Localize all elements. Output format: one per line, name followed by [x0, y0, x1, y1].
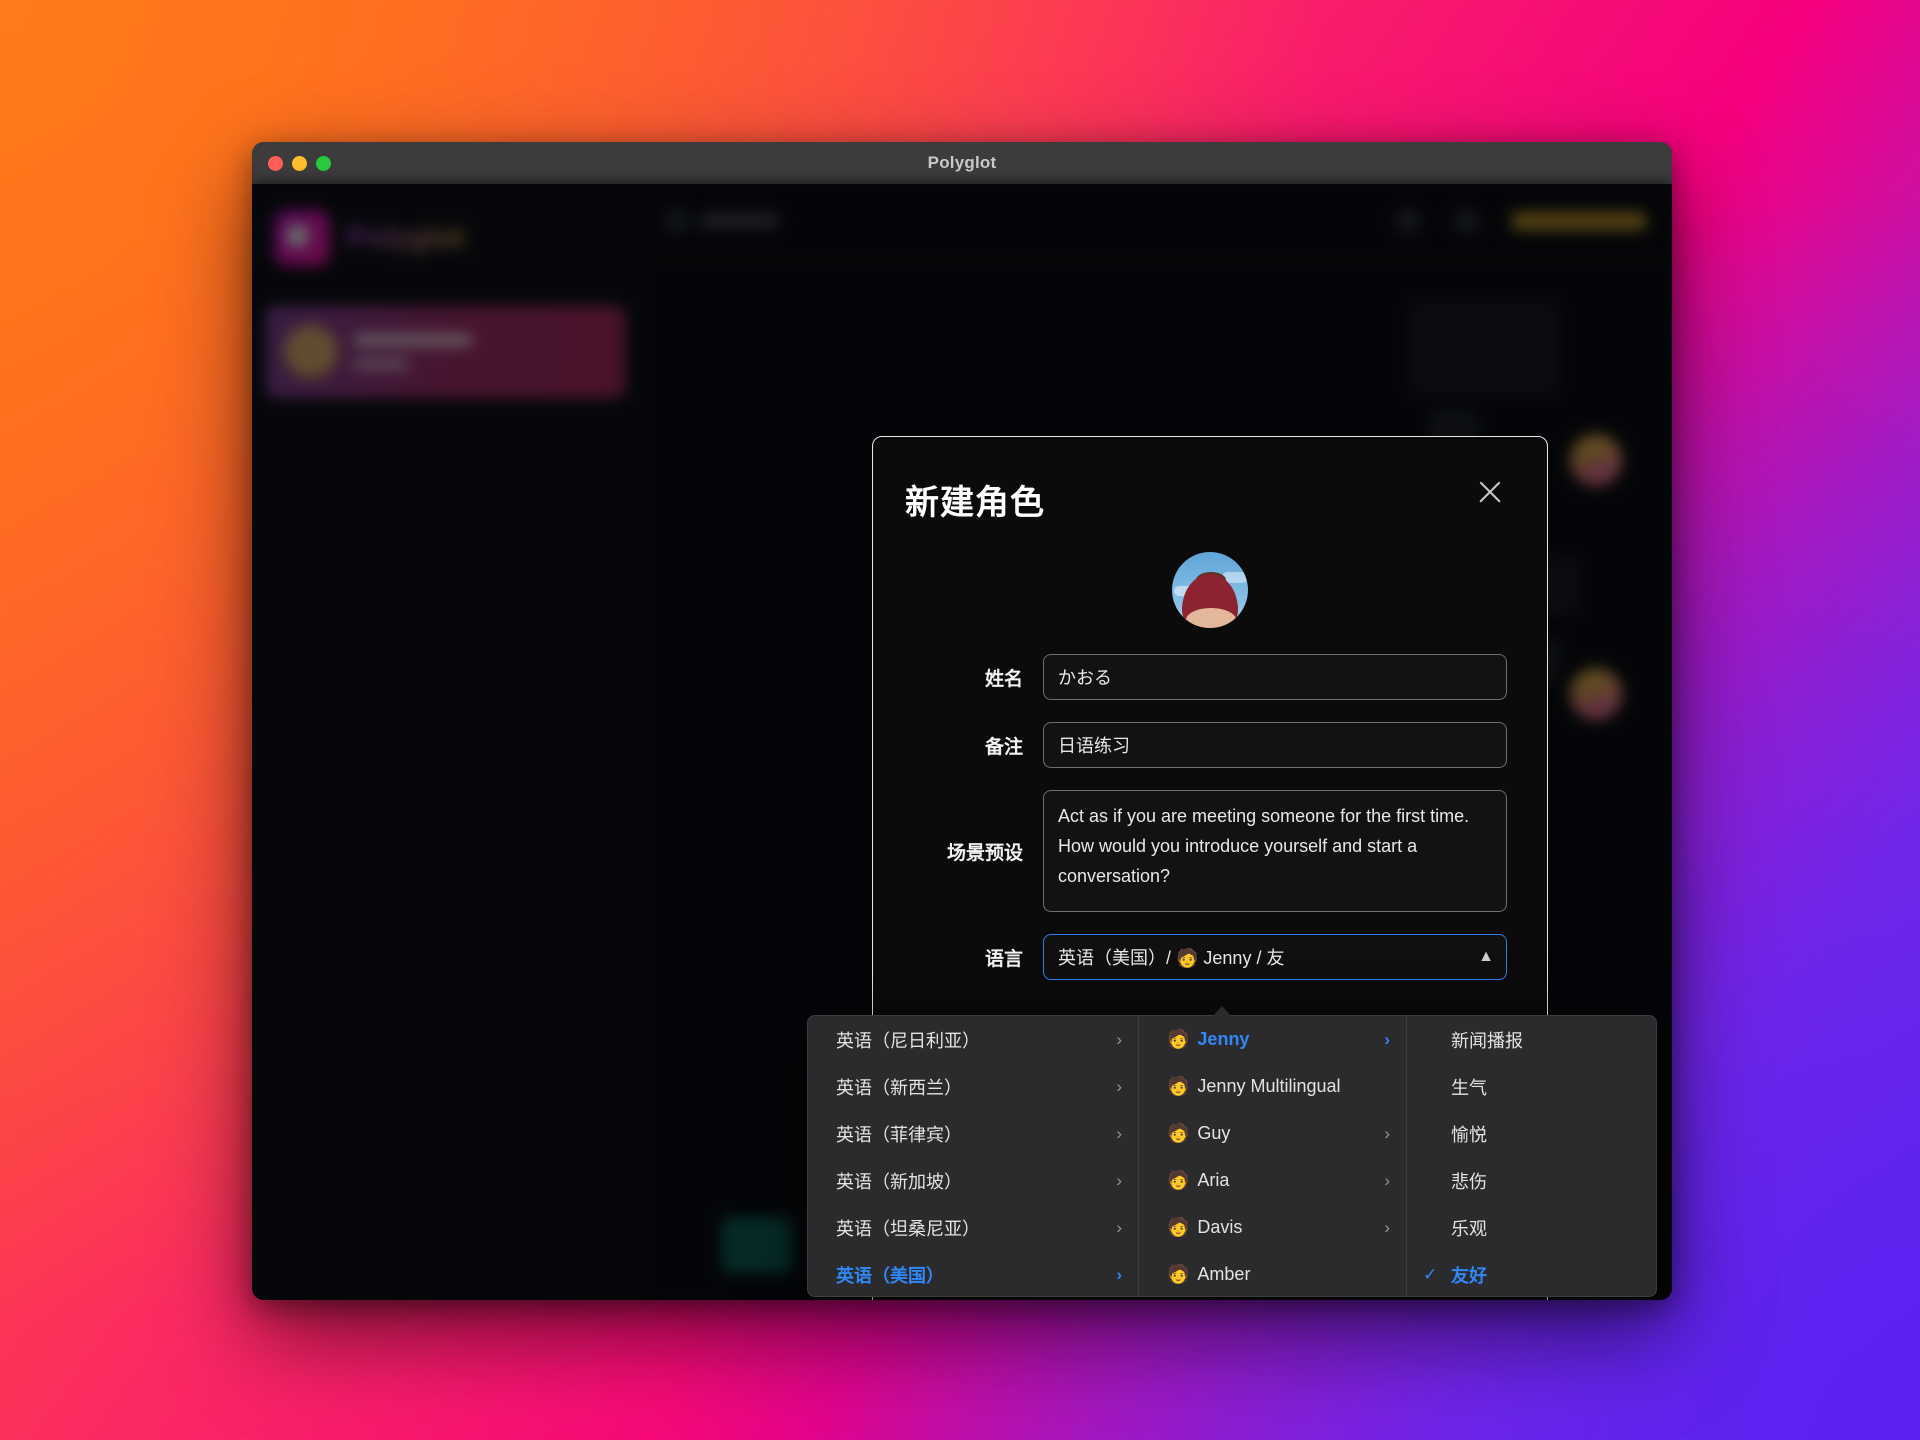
- item-label: 乐观: [1451, 1218, 1487, 1239]
- dropdown-pointer: [1213, 1006, 1231, 1016]
- item-label: 愉悦: [1451, 1124, 1487, 1145]
- chevron-right-icon: ›: [1116, 1170, 1122, 1190]
- maximize-light[interactable]: [316, 155, 331, 171]
- item-label: 英语（菲律宾）: [836, 1124, 962, 1145]
- dropdown-item-language[interactable]: 英语（新西兰） ›: [808, 1063, 1138, 1110]
- window-controls[interactable]: [268, 142, 331, 184]
- window-title: Polyglot: [927, 153, 997, 172]
- chevron-right-icon: ›: [1384, 1217, 1390, 1237]
- dropdown-item-language[interactable]: 英语（坦桑尼亚） ›: [808, 1204, 1138, 1251]
- dropdown-item-language[interactable]: 英语（美国） ›: [808, 1251, 1138, 1296]
- note-input[interactable]: [1043, 722, 1507, 768]
- minimize-light[interactable]: [292, 155, 307, 171]
- item-label: 英语（坦桑尼亚）: [836, 1218, 980, 1239]
- scene-textarea[interactable]: Act as if you are meeting someone for th…: [1043, 790, 1507, 912]
- language-select[interactable]: 英语（美国）/ 🧑 Jenny / 友 ▲: [1043, 934, 1507, 980]
- item-label: 英语（新加坡）: [836, 1171, 962, 1192]
- avatar[interactable]: [1172, 552, 1248, 628]
- dropdown-item-style[interactable]: 悲伤: [1407, 1157, 1656, 1204]
- dropdown-item-voice[interactable]: 🧑 Jenny ›: [1139, 1016, 1406, 1063]
- close-light[interactable]: [268, 155, 283, 171]
- language-label: 语言: [984, 948, 1023, 970]
- avatar-row: [873, 552, 1547, 628]
- chevron-right-icon: ›: [1384, 1170, 1390, 1190]
- dropdown-item-voice[interactable]: 🧑 Guy ›: [1139, 1110, 1406, 1157]
- voice-face-icon: 🧑: [1167, 1076, 1190, 1096]
- scene-label: 场景预设: [946, 842, 1023, 864]
- item-label: Jenny: [1197, 1029, 1250, 1049]
- new-character-dialog: 新建角色 姓名 备注 场景预设: [807, 436, 1657, 1300]
- app-window: Polyglot Polyglot: [252, 142, 1672, 1300]
- dropdown-column-languages: 英语（尼日利亚） › 英语（新西兰） › 英语（菲律宾） › 英语（新加坡） › 英语（坦桑尼亚…: [807, 1015, 1139, 1297]
- item-label: Davis: [1197, 1217, 1243, 1237]
- close-icon[interactable]: [1473, 475, 1507, 509]
- dropdown-item-style[interactable]: 生气: [1407, 1063, 1656, 1110]
- dropdown-item-style[interactable]: ✓ 友好: [1407, 1251, 1656, 1296]
- voice-face-icon: 🧑: [1167, 1123, 1190, 1143]
- character-form: 姓名 备注 场景预设 Act as if you are meeting som…: [873, 628, 1547, 980]
- dropdown-item-style[interactable]: 新闻播报: [1407, 1016, 1656, 1063]
- item-label: Jenny Multilingual: [1197, 1076, 1341, 1096]
- item-label: 新闻播报: [1451, 1030, 1523, 1051]
- chevron-up-icon: ▲: [1478, 948, 1494, 965]
- language-dropdown: 英语（尼日利亚） › 英语（新西兰） › 英语（菲律宾） › 英语（新加坡） › 英语（坦桑尼亚…: [807, 1006, 1657, 1297]
- dropdown-item-voice[interactable]: 🧑 Jenny Multilingual: [1139, 1063, 1406, 1110]
- dropdown-item-language[interactable]: 英语（尼日利亚） ›: [808, 1016, 1138, 1063]
- dropdown-column-voices: 🧑 Jenny › 🧑 Jenny Multilingual 🧑 Guy › 🧑 Aria › 🧑 Da…: [1139, 1006, 1407, 1297]
- name-input[interactable]: [1043, 654, 1507, 700]
- item-label: Guy: [1197, 1123, 1231, 1143]
- voice-face-icon: 🧑: [1167, 1264, 1190, 1284]
- chevron-right-icon: ›: [1116, 1264, 1122, 1284]
- dropdown-item-voice[interactable]: 🧑 Amber: [1139, 1251, 1406, 1296]
- dialog-header: 新建角色: [873, 437, 1547, 524]
- chevron-right-icon: ›: [1116, 1029, 1122, 1049]
- dropdown-item-language[interactable]: 英语（新加坡） ›: [808, 1157, 1138, 1204]
- item-label: 英语（尼日利亚）: [836, 1030, 980, 1051]
- item-label: 英语（新西兰）: [836, 1077, 962, 1098]
- item-label: Aria: [1197, 1170, 1230, 1190]
- voice-face-icon: 🧑: [1167, 1170, 1190, 1190]
- note-label: 备注: [984, 736, 1023, 758]
- chevron-right-icon: ›: [1116, 1217, 1122, 1237]
- language-select-value: 英语（美国）/ 🧑 Jenny / 友: [1058, 948, 1285, 968]
- voice-face-icon: 🧑: [1167, 1217, 1190, 1237]
- item-label: 悲伤: [1451, 1171, 1487, 1192]
- dropdown-item-language[interactable]: 英语（菲律宾） ›: [808, 1110, 1138, 1157]
- dropdown-item-style[interactable]: 乐观: [1407, 1204, 1656, 1251]
- item-label: Amber: [1197, 1264, 1251, 1284]
- field-row-scene: 场景预设 Act as if you are meeting someone f…: [905, 790, 1507, 912]
- dropdown-item-voice[interactable]: 🧑 Aria ›: [1139, 1157, 1406, 1204]
- page-title: 新建角色: [905, 484, 1045, 522]
- item-label: 英语（美国）: [836, 1265, 944, 1286]
- name-label: 姓名: [984, 668, 1023, 690]
- dropdown-column-styles: 新闻播报生气愉悦悲伤乐观 ✓ 友好: [1407, 1015, 1657, 1297]
- field-row-note: 备注: [905, 722, 1507, 768]
- field-row-language: 语言 英语（美国）/ 🧑 Jenny / 友 ▲: [905, 934, 1507, 980]
- check-icon: ✓: [1423, 1264, 1438, 1284]
- item-label: 友好: [1451, 1265, 1487, 1286]
- chevron-right-icon: ›: [1116, 1123, 1122, 1143]
- chevron-right-icon: ›: [1116, 1076, 1122, 1096]
- field-row-name: 姓名: [905, 654, 1507, 700]
- chevron-right-icon: ›: [1384, 1029, 1390, 1049]
- window-titlebar: Polyglot: [252, 142, 1672, 184]
- chevron-right-icon: ›: [1384, 1123, 1390, 1143]
- dropdown-item-voice[interactable]: 🧑 Davis ›: [1139, 1204, 1406, 1251]
- dropdown-item-style[interactable]: 愉悦: [1407, 1110, 1656, 1157]
- voice-face-icon: 🧑: [1167, 1029, 1190, 1049]
- item-label: 生气: [1451, 1077, 1487, 1098]
